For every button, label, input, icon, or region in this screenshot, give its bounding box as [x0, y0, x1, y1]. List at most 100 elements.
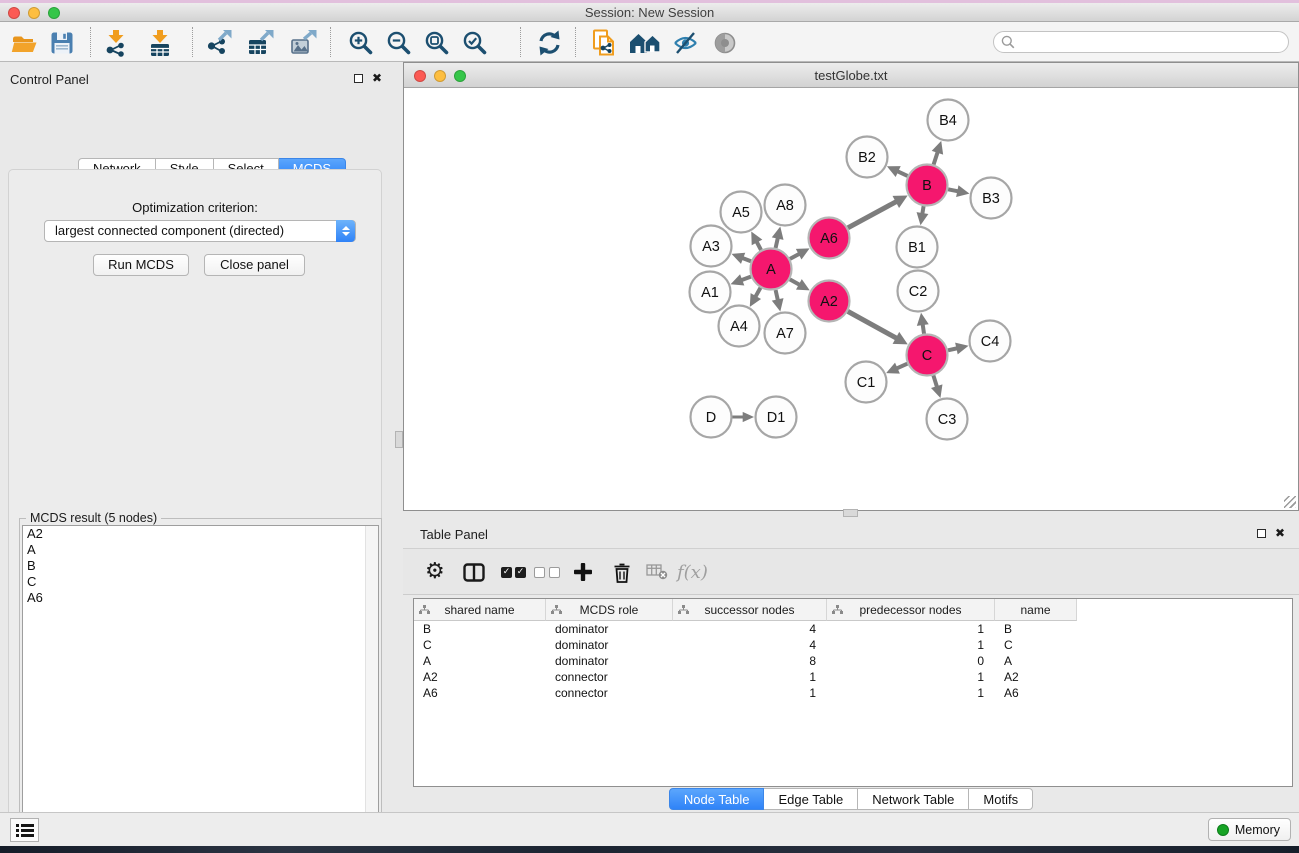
close-panel-button[interactable]: Close panel	[204, 254, 305, 276]
table-row[interactable]: Cdominator41C	[414, 637, 1292, 653]
delete-column-icon[interactable]	[613, 559, 631, 585]
float-panel-icon[interactable]	[354, 74, 363, 83]
deselect-all-checkboxes-icon[interactable]	[534, 559, 560, 585]
column-header[interactable]: shared name	[414, 599, 546, 621]
copy-network-icon[interactable]	[590, 29, 618, 57]
node-table[interactable]: shared nameMCDS rolesuccessor nodesprede…	[413, 598, 1293, 787]
table-row[interactable]: A2connector11A2	[414, 669, 1292, 685]
list-scrollbar[interactable]	[365, 526, 378, 853]
search-input[interactable]	[1019, 33, 1288, 51]
import-table-icon[interactable]	[146, 29, 174, 57]
zoom-out-icon[interactable]	[385, 29, 413, 57]
column-header[interactable]: successor nodes	[673, 599, 827, 621]
tab-motifs[interactable]: Motifs	[969, 788, 1033, 810]
graph-edge[interactable]	[790, 254, 800, 259]
table-cell[interactable]: C	[414, 637, 546, 653]
table-cell[interactable]: 8	[673, 653, 827, 669]
table-cell[interactable]: A6	[414, 685, 546, 701]
table-cell[interactable]: B	[414, 621, 546, 637]
search-field[interactable]	[993, 31, 1289, 53]
graph-edge[interactable]	[776, 237, 778, 248]
network-canvas[interactable]: B4B2BB3A5A8A6A3B1AC2A1A2A4A7C4CC1DD1C3	[404, 88, 1298, 510]
graph-edge[interactable]	[933, 376, 937, 388]
table-row[interactable]: Bdominator41B	[414, 621, 1292, 637]
show-panel-icon[interactable]	[711, 29, 739, 57]
table-cell[interactable]: C	[995, 637, 1077, 653]
column-header[interactable]: predecessor nodes	[827, 599, 995, 621]
list-item[interactable]: A6	[23, 590, 378, 606]
table-cell[interactable]: A	[995, 653, 1077, 669]
column-panel-icon[interactable]	[463, 559, 485, 585]
mcds-result-list[interactable]: A2ABCA6	[22, 525, 379, 853]
graph-edge[interactable]	[848, 311, 897, 338]
graph-edge[interactable]	[848, 201, 897, 228]
task-history-button[interactable]	[10, 818, 39, 842]
home-layout-icon[interactable]	[628, 29, 664, 57]
hide-panel-icon[interactable]	[671, 29, 699, 57]
tab-network-table[interactable]: Network Table	[858, 788, 969, 810]
graph-edge[interactable]	[934, 151, 938, 164]
select-all-checkboxes-icon[interactable]: ✓✓	[501, 559, 526, 585]
graph-edge[interactable]	[755, 288, 760, 298]
table-cell[interactable]: A	[414, 653, 546, 669]
run-mcds-button[interactable]: Run MCDS	[93, 254, 189, 276]
table-cell[interactable]: connector	[546, 669, 673, 685]
column-header[interactable]: MCDS role	[546, 599, 673, 621]
table-cell[interactable]: dominator	[546, 621, 673, 637]
table-cell[interactable]: 1	[827, 669, 995, 685]
export-table-icon[interactable]	[246, 29, 274, 57]
table-cell[interactable]: 1	[827, 637, 995, 653]
table-cell[interactable]: 0	[827, 653, 995, 669]
resize-grip-icon[interactable]	[1284, 496, 1296, 508]
table-cell[interactable]: A2	[995, 669, 1077, 685]
network-graph[interactable]: B4B2BB3A5A8A6A3B1AC2A1A2A4A7C4CC1DD1C3	[404, 88, 1298, 510]
splitter-grip-horizontal[interactable]	[843, 509, 858, 517]
graph-edge[interactable]	[790, 279, 800, 285]
graph-edge[interactable]	[923, 324, 924, 334]
delete-table-icon[interactable]	[646, 559, 668, 585]
settings-gear-icon[interactable]: ⚙	[425, 559, 445, 585]
graph-edge[interactable]	[756, 241, 761, 250]
table-cell[interactable]: dominator	[546, 653, 673, 669]
table-row[interactable]: Adominator80A	[414, 653, 1292, 669]
refresh-icon[interactable]	[535, 29, 563, 57]
table-cell[interactable]: 1	[673, 685, 827, 701]
float-table-panel-icon[interactable]	[1257, 529, 1266, 538]
list-item[interactable]: A	[23, 542, 378, 558]
zoom-in-icon[interactable]	[347, 29, 375, 57]
add-column-icon[interactable]	[573, 559, 593, 585]
graph-edge[interactable]	[948, 189, 959, 191]
table-cell[interactable]: 1	[827, 685, 995, 701]
table-cell[interactable]: 1	[673, 669, 827, 685]
column-header[interactable]: name	[995, 599, 1077, 621]
graph-edge[interactable]	[776, 290, 778, 301]
close-panel-icon[interactable]: ✖	[372, 73, 382, 83]
save-session-icon[interactable]	[48, 29, 76, 57]
import-network-icon[interactable]	[102, 29, 130, 57]
table-cell[interactable]: 4	[673, 621, 827, 637]
table-cell[interactable]: A6	[995, 685, 1077, 701]
zoom-selected-icon[interactable]	[461, 29, 489, 57]
table-cell[interactable]: 1	[827, 621, 995, 637]
table-cell[interactable]: 4	[673, 637, 827, 653]
graph-edge[interactable]	[897, 171, 908, 176]
list-item[interactable]: B	[23, 558, 378, 574]
table-header[interactable]: shared nameMCDS rolesuccessor nodesprede…	[414, 599, 1077, 621]
network-window-titlebar[interactable]: testGlobe.txt	[404, 63, 1298, 88]
graph-edge[interactable]	[741, 277, 751, 281]
graph-edge[interactable]	[948, 348, 958, 350]
zoom-fit-icon[interactable]	[423, 29, 451, 57]
table-row[interactable]: A6connector11A6	[414, 685, 1292, 701]
list-item[interactable]: A2	[23, 526, 378, 542]
table-cell[interactable]: dominator	[546, 637, 673, 653]
close-table-panel-icon[interactable]: ✖	[1275, 528, 1285, 538]
export-network-icon[interactable]	[204, 29, 232, 57]
splitter-grip-vertical[interactable]	[395, 431, 403, 448]
table-cell[interactable]: B	[995, 621, 1077, 637]
table-cell[interactable]: connector	[546, 685, 673, 701]
tab-edge-table[interactable]: Edge Table	[764, 788, 858, 810]
memory-button[interactable]: Memory	[1208, 818, 1291, 841]
tab-node-table[interactable]: Node Table	[669, 788, 765, 810]
optimization-criterion-dropdown[interactable]: largest connected component (directed)	[44, 220, 356, 242]
function-builder-icon[interactable]: f(x)	[677, 559, 708, 585]
